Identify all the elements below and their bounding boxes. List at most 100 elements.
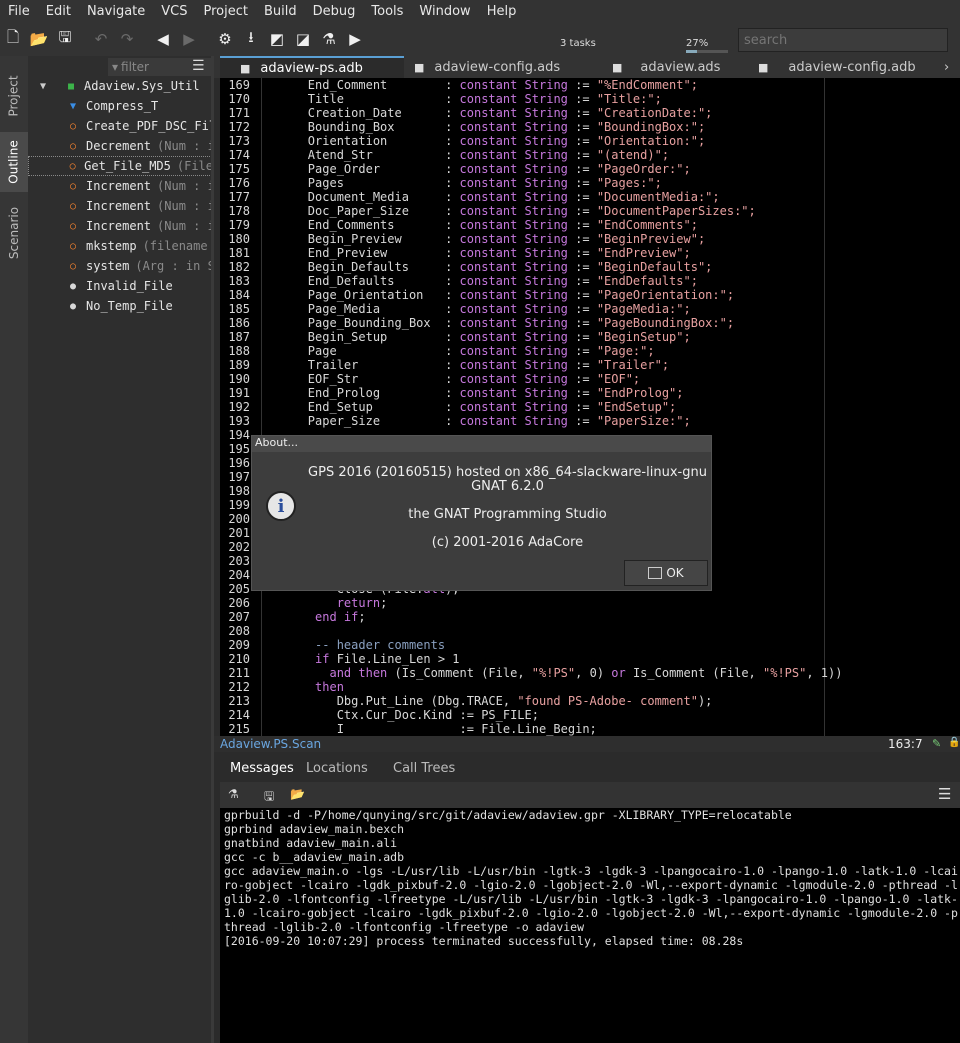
line-number: 189 bbox=[228, 358, 250, 372]
tab-call-trees[interactable]: Call Trees bbox=[393, 761, 455, 776]
open-folder-icon[interactable]: 📂 bbox=[26, 26, 52, 52]
outline-item[interactable]: ● Invalid_File bbox=[28, 276, 211, 296]
progress-bar bbox=[686, 50, 728, 53]
build-gear-icon[interactable]: ⚙ bbox=[212, 26, 238, 52]
search-input[interactable] bbox=[738, 28, 948, 52]
menu-vcs[interactable]: VCS bbox=[153, 4, 195, 19]
menu-debug[interactable]: Debug bbox=[305, 4, 364, 19]
tab-locations[interactable]: Locations bbox=[306, 761, 368, 776]
line-number: 213 bbox=[228, 694, 250, 708]
menu-project[interactable]: Project bbox=[196, 4, 256, 19]
about-line: GNAT 6.2.0 bbox=[471, 479, 544, 494]
code-line: 207 end if; bbox=[220, 610, 365, 624]
clear-icon[interactable]: ⚗ bbox=[228, 787, 239, 801]
outline-item[interactable]: ○ Increment (Num : i bbox=[28, 176, 214, 196]
menu-window[interactable]: Window bbox=[411, 4, 478, 19]
outline-item[interactable]: ○ system (Arg : in S bbox=[28, 256, 211, 276]
writable-icon[interactable]: ✎ bbox=[932, 737, 941, 750]
expander-icon[interactable]: ▼ bbox=[36, 81, 50, 92]
tab-project[interactable]: Project bbox=[0, 64, 28, 128]
outline-item[interactable]: ○ Increment (Num : i bbox=[28, 196, 214, 216]
forward-icon[interactable]: ▶ bbox=[176, 26, 202, 52]
line-number: 212 bbox=[228, 680, 250, 694]
tasks-count[interactable]: 3 tasks bbox=[560, 38, 596, 49]
line-number: 192 bbox=[228, 400, 250, 414]
compile-icon[interactable]: ◩ bbox=[264, 26, 290, 52]
tab-adaview-ads[interactable]: ■ adaview.ads bbox=[612, 56, 720, 78]
line-number: 196 bbox=[228, 456, 250, 470]
outline-item[interactable]: ○ mkstemp (filename bbox=[28, 236, 211, 256]
type-icon: ▼ bbox=[69, 100, 77, 112]
code-line: 215 I := File.Line_Begin; bbox=[220, 722, 596, 736]
code-editor[interactable]: 169 End_Comment : constant String := "%E… bbox=[220, 78, 960, 736]
tab-adaview-ps-adb[interactable]: ■ adaview-ps.adb bbox=[220, 56, 404, 78]
menu-tools[interactable]: Tools bbox=[363, 4, 411, 19]
line-number: 197 bbox=[228, 470, 250, 484]
line-number: 175 bbox=[228, 162, 250, 176]
object-icon: ● bbox=[69, 280, 77, 292]
lock-icon[interactable]: 🔒 bbox=[948, 737, 960, 748]
tab-scroll-right-icon[interactable]: › bbox=[944, 56, 949, 78]
code-line: 180 Begin_Preview : constant String := "… bbox=[220, 232, 705, 246]
tab-outline[interactable]: Outline bbox=[0, 132, 28, 192]
line-number: 215 bbox=[228, 722, 250, 736]
tab-adaview-config-adb[interactable]: ■ adaview-config.adb bbox=[758, 56, 916, 78]
message-line: gcc adaview_main.o -lgs -L/usr/lib -L/us… bbox=[224, 864, 958, 934]
outline-item[interactable]: ○ Create_PDF_DSC_Fil bbox=[28, 116, 214, 136]
outline-item-name: Invalid_File bbox=[86, 279, 173, 293]
tab-messages[interactable]: Messages bbox=[230, 761, 294, 776]
message-line: gcc -c b__adaview_main.adb bbox=[224, 850, 405, 864]
clean-icon[interactable]: ⚗ bbox=[316, 26, 342, 52]
message-line: gprbuild -d -P/home/qunying/src/git/adav… bbox=[224, 808, 792, 822]
tab-adaview-config-ads[interactable]: ■ adaview-config.ads bbox=[414, 56, 560, 78]
back-icon[interactable]: ◀ bbox=[150, 26, 176, 52]
about-line: GPS 2016 (20160515) hosted on x86_64-sla… bbox=[308, 465, 707, 480]
line-number: 214 bbox=[228, 708, 250, 722]
compile-all-icon[interactable]: ◪ bbox=[290, 26, 316, 52]
code-line: 202 bbox=[220, 540, 250, 554]
outline-item[interactable]: ○ Decrement (Num : i bbox=[28, 136, 211, 156]
outline-item[interactable]: ○ Increment (Num : i bbox=[28, 216, 211, 236]
outline-item-signature: (File bbox=[176, 159, 213, 173]
hamburger-menu-icon[interactable]: ☰ bbox=[938, 785, 951, 803]
tab-scenario[interactable]: Scenario bbox=[0, 198, 28, 268]
about-line: (c) 2001-2016 AdaCore bbox=[431, 535, 584, 550]
save-icon[interactable]: 🖫 bbox=[52, 26, 78, 52]
undo-icon[interactable]: ↶ bbox=[88, 26, 114, 52]
outline-item-signature: (Num : i bbox=[157, 199, 214, 213]
menu-help[interactable]: Help bbox=[479, 4, 525, 19]
menu-navigate[interactable]: Navigate bbox=[79, 4, 153, 19]
outline-item-name: Create_PDF_DSC_Fil bbox=[86, 119, 214, 133]
code-line: 203 bbox=[220, 554, 250, 568]
outline-item-signature: (Num : i bbox=[157, 179, 214, 193]
run-icon[interactable]: ▶ bbox=[342, 26, 368, 52]
breadcrumb[interactable]: Adaview.PS.Scan bbox=[220, 737, 321, 751]
code-line: 183 End_Defaults : constant String := "E… bbox=[220, 274, 698, 288]
new-file-icon[interactable]: 🗋 bbox=[0, 26, 26, 52]
menu-file[interactable]: File bbox=[0, 4, 38, 19]
subprogram-icon: ○ bbox=[69, 240, 77, 252]
outline-item[interactable]: ○ Get_File_MD5 (File bbox=[28, 156, 213, 176]
build-all-icon[interactable]: ⭳ bbox=[238, 26, 264, 52]
progress-fill bbox=[686, 50, 698, 53]
line-number: 210 bbox=[228, 652, 250, 666]
menu-edit[interactable]: Edit bbox=[38, 4, 79, 19]
code-line: 198 bbox=[220, 484, 250, 498]
outline-item-name: Compress_T bbox=[86, 99, 159, 113]
code-line: 195 bbox=[220, 442, 250, 456]
redo-icon[interactable]: ↷ bbox=[114, 26, 140, 52]
outline-item[interactable]: ▼ ■ Adaview.Sys_Util bbox=[28, 76, 211, 96]
code-line: 214 Ctx.Cur_Doc.Kind := PS_FILE; bbox=[220, 708, 539, 722]
save-icon[interactable]: 🖫 bbox=[264, 787, 274, 808]
outline-item[interactable]: ● No_Temp_File bbox=[28, 296, 211, 316]
outline-item[interactable]: ▼ Compress_T bbox=[28, 96, 211, 116]
ok-button[interactable]: OK bbox=[624, 560, 708, 586]
hamburger-menu-icon[interactable]: ☰ bbox=[192, 58, 205, 74]
subprogram-icon: ○ bbox=[69, 260, 77, 272]
line-number: 193 bbox=[228, 414, 250, 428]
menu-build[interactable]: Build bbox=[256, 4, 305, 19]
messages-console[interactable]: gprbuild -d -P/home/qunying/src/git/adav… bbox=[220, 808, 960, 1043]
outline-item-name: Increment bbox=[86, 199, 152, 213]
open-folder-icon[interactable]: 📂 bbox=[290, 787, 305, 801]
code-line: 181 End_Preview : constant String := "En… bbox=[220, 246, 690, 260]
